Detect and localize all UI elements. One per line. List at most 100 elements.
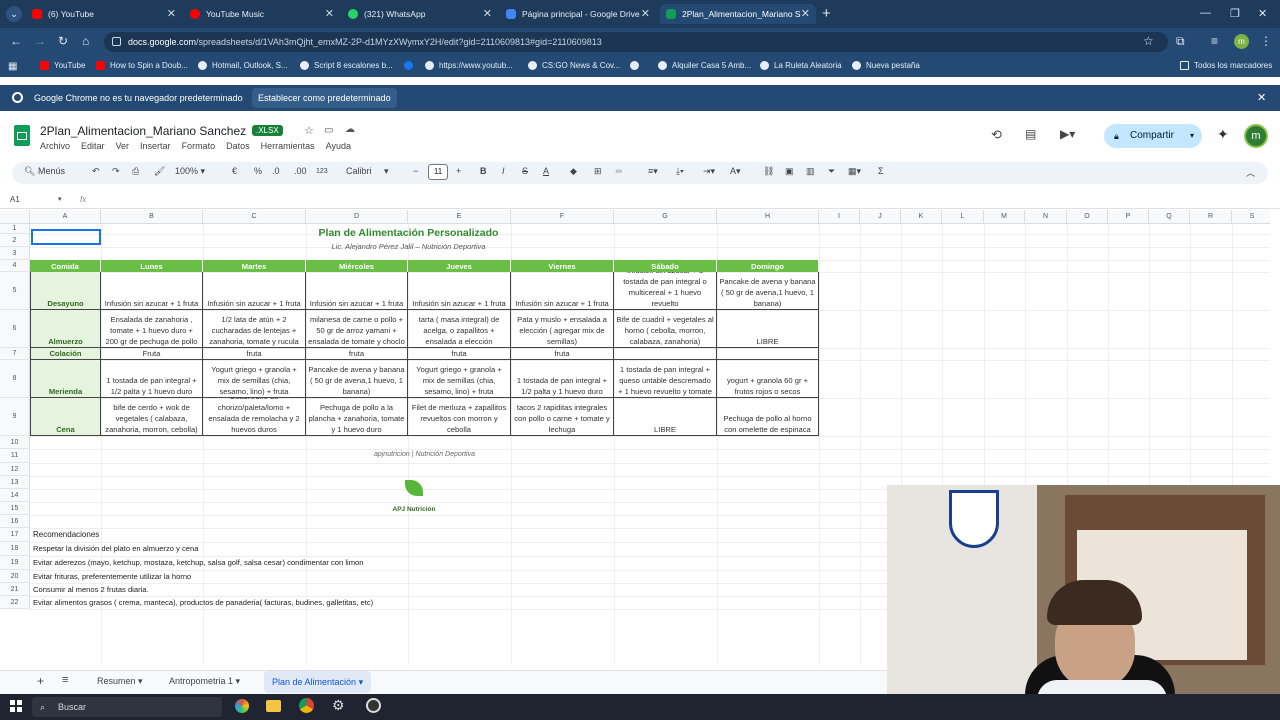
header-cell[interactable]: Sábado	[614, 260, 717, 272]
menu-formato[interactable]: Formato	[182, 141, 216, 151]
header-cell[interactable]: Viernes	[511, 260, 614, 272]
menu-editar[interactable]: Editar	[81, 141, 105, 151]
bookmark-youtube-link[interactable]: https://www.youtub...	[425, 61, 513, 70]
bookmark-script[interactable]: Script 8 escalones b...	[300, 61, 393, 70]
column-header[interactable]: N	[1025, 210, 1067, 224]
obs-icon[interactable]	[366, 698, 381, 713]
comment-icon[interactable]: ▣	[785, 166, 794, 177]
menu-archivo[interactable]: Archivo	[40, 141, 70, 151]
search-menus[interactable]: 🔍︎ Menús	[24, 166, 65, 177]
meal-cell[interactable]: Infusión sin azucar + 1 fruta	[408, 272, 511, 310]
windows-start-icon[interactable]	[10, 700, 22, 712]
bookmark-steam[interactable]	[630, 61, 644, 70]
bookmark-hotmail[interactable]: Hotmail, Outlook, S...	[198, 61, 288, 70]
zoom-select[interactable]: 100% ▾	[175, 166, 205, 177]
row-header[interactable]: 10	[0, 436, 30, 449]
row-header[interactable]: 8	[0, 360, 30, 398]
row-header[interactable]: 11	[0, 449, 30, 463]
column-header[interactable]: A	[30, 210, 101, 224]
maximize-icon[interactable]: ❐	[1230, 7, 1240, 20]
meal-name-cell[interactable]: Desayuno	[30, 272, 101, 310]
meal-cell[interactable]: Infusión sin azucar + 1 fruta	[511, 272, 614, 310]
all-bookmarks[interactable]: Todos los marcadores	[1180, 61, 1272, 70]
document-title[interactable]: 2Plan_Alimentacion_Mariano Sanchez	[40, 124, 246, 138]
meal-cell[interactable]: Filet de merluza + zapallitos revueltos …	[408, 398, 511, 436]
browser-tab-whatsapp[interactable]: (321) WhatsApp ✕	[342, 4, 498, 24]
row-header[interactable]: 18	[0, 542, 30, 556]
selected-cell[interactable]	[31, 229, 101, 245]
header-cell[interactable]: Miércoles	[306, 260, 408, 272]
bookmark-youtube[interactable]: YouTube	[40, 61, 85, 70]
column-header[interactable]: L	[942, 210, 984, 224]
close-icon[interactable]: ✕	[801, 7, 810, 20]
column-header[interactable]: H	[717, 210, 819, 224]
strikethrough-icon[interactable]: S	[522, 166, 528, 176]
header-cell[interactable]: Jueves	[408, 260, 511, 272]
meal-cell[interactable]: Cuadril/bife de chorizo/paleta/lomo + en…	[203, 398, 306, 436]
undo-icon[interactable]: ↶	[92, 166, 100, 177]
column-header[interactable]: E	[408, 210, 511, 224]
text-color-icon[interactable]: A	[543, 166, 549, 176]
rotate-icon[interactable]: A▾	[730, 166, 741, 177]
star-icon[interactable]: ☆	[304, 124, 314, 137]
decrease-decimal[interactable]: .0	[272, 166, 280, 176]
menu-ayuda[interactable]: Ayuda	[326, 141, 351, 151]
meal-cell[interactable]: Infusión sin azucar + 1 tostada de pan i…	[614, 272, 717, 310]
browser-tab-youtube-music[interactable]: YouTube Music ✕	[184, 4, 340, 24]
home-icon[interactable]: ⌂	[82, 34, 89, 48]
profile-avatar[interactable]: m	[1234, 34, 1249, 49]
more-formats[interactable]: 123	[316, 168, 328, 175]
sheet-tab-plan[interactable]: Plan de Alimentación ▾	[264, 671, 372, 693]
settings-icon[interactable]: ⚙	[332, 697, 345, 714]
add-sheet-icon[interactable]: +	[37, 674, 44, 688]
collapse-toolbar-icon[interactable]: ︿	[1246, 166, 1255, 179]
cell-reference-dropdown[interactable]: ▾	[58, 195, 62, 203]
wrap-icon[interactable]: ⇥▾	[703, 166, 715, 177]
functions-icon[interactable]: Σ	[878, 166, 884, 176]
menu-herramientas[interactable]: Herramientas	[261, 141, 315, 151]
row-header[interactable]: 2	[0, 234, 30, 247]
select-all-corner[interactable]	[0, 210, 30, 224]
row-header[interactable]: 20	[0, 570, 30, 583]
bookmark-star-icon[interactable]: ☆	[1143, 34, 1154, 48]
meal-cell[interactable]: Pechuga de pollo a la plancha + zanahori…	[306, 398, 408, 436]
column-header[interactable]: Q	[1149, 210, 1190, 224]
share-button[interactable]: 🔒︎ Compartir ▾	[1104, 124, 1202, 148]
row-header[interactable]: 12	[0, 463, 30, 476]
row-header[interactable]: 21	[0, 583, 30, 596]
bold-icon[interactable]: B	[480, 166, 487, 176]
row-header[interactable]: 14	[0, 489, 30, 502]
account-avatar[interactable]: m	[1244, 124, 1268, 148]
align-icon[interactable]: ≡▾	[648, 166, 658, 177]
site-info-icon[interactable]	[112, 37, 121, 46]
close-icon[interactable]: ✕	[325, 7, 334, 20]
row-header[interactable]: 22	[0, 596, 30, 609]
all-sheets-icon[interactable]: ≡	[62, 674, 68, 686]
meal-name-cell[interactable]: Colación	[30, 348, 101, 360]
meal-cell[interactable]: 1/2 lata de atún + 2 cucharadas de lente…	[203, 310, 306, 348]
meal-cell[interactable]: Fruta	[101, 348, 203, 360]
sheets-logo-icon[interactable]	[14, 125, 30, 146]
column-header[interactable]: I	[819, 210, 860, 224]
meet-icon[interactable]: ▶▾	[1060, 127, 1075, 141]
forward-icon[interactable]: →	[34, 34, 46, 48]
row-header[interactable]: 5	[0, 272, 30, 310]
header-cell[interactable]: Lunes	[101, 260, 203, 272]
media-icon[interactable]: ≡	[1211, 34, 1218, 48]
sheet-tab-antropometria[interactable]: Antropometria 1 ▾	[169, 676, 240, 687]
bookmark-csgo[interactable]: CS:GO News & Cov...	[528, 61, 620, 70]
meal-cell[interactable]: tacos 2 rapiditas integrales con pollo o…	[511, 398, 614, 436]
back-icon[interactable]: ←	[10, 34, 22, 48]
row-header[interactable]: 13	[0, 476, 30, 489]
chrome-taskbar-icon[interactable]	[299, 698, 314, 713]
meal-cell[interactable]: Bife de cuadril + vegetales al horno ( c…	[614, 310, 717, 348]
sheet-tab-resumen[interactable]: Resumen ▾	[97, 676, 143, 687]
row-header[interactable]: 1	[0, 224, 30, 234]
meal-cell[interactable]	[614, 348, 717, 360]
meal-cell[interactable]: Yogurt griego + granola + mix de semilla…	[203, 360, 306, 398]
font-size-decrease[interactable]: −	[413, 166, 418, 176]
column-header[interactable]: P	[1108, 210, 1149, 224]
font-size-input[interactable]: 11	[428, 164, 448, 180]
cell-reference[interactable]: A1	[10, 195, 20, 204]
header-cell[interactable]: Domingo	[717, 260, 819, 272]
